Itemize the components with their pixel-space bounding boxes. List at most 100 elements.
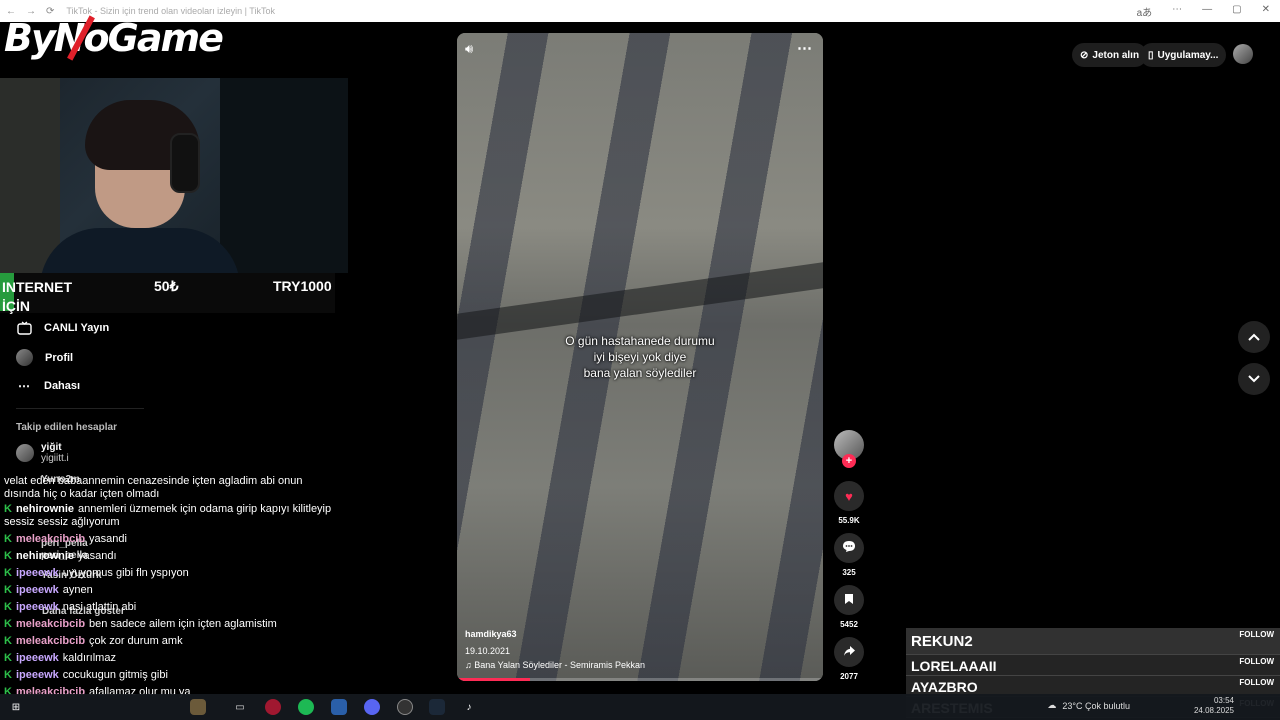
heart-icon: ♥	[845, 488, 853, 504]
chat-message: Kmeleakcibcib ben sadece ailem için içten…	[4, 616, 334, 633]
obs-icon[interactable]	[397, 699, 413, 715]
donation-total: TRY1000	[273, 278, 332, 294]
chat-username[interactable]: ipeeewk	[16, 567, 59, 579]
chat-message: Knehirownie annemleri üzmemek için odama …	[4, 503, 334, 529]
chat-text: uyuyomus gibi fln yspıyon	[62, 567, 189, 579]
previous-video-button[interactable]	[1238, 321, 1270, 353]
coin-icon: ⊘	[1080, 49, 1089, 61]
follow-tag: FOLLOW	[1239, 657, 1274, 666]
video-player[interactable]: 🔊︎ ⋯ O gün hastahanede durumu iyi bişeyi…	[457, 33, 823, 681]
video-music[interactable]: ♫ Bana Yalan Söylediler - Semiramis Pekk…	[465, 660, 645, 670]
comment-button[interactable]	[834, 533, 864, 563]
chat-username[interactable]: ipeeewk	[16, 601, 59, 613]
follow-tag: FOLLOW	[1239, 630, 1274, 639]
next-video-button[interactable]	[1238, 363, 1270, 395]
kick-badge-icon: K	[4, 584, 12, 596]
chat-text: cocukugun gitmiş gibi	[62, 669, 168, 681]
comment-count: 325	[842, 568, 856, 577]
taskbar: ⊞ ▭ ♪ ☁ 23°C Çok bulutlu 03:54 24.08.202…	[0, 694, 1280, 720]
chat-username[interactable]: meleakcibcib	[16, 635, 85, 647]
app-icon[interactable]	[331, 699, 347, 715]
sidebar-item-profile[interactable]: Profil	[16, 349, 73, 366]
video-author[interactable]: hamdikya63	[465, 629, 517, 639]
chat-text: çok zor durum amk	[89, 635, 183, 647]
get-coins-button[interactable]: ⊘ Jeton alın	[1072, 43, 1148, 67]
sidebar-item-live[interactable]: CANLI Yayın	[16, 320, 109, 336]
chat-username[interactable]: ipeeewk	[16, 652, 59, 664]
settings-icon[interactable]: ⋯	[1172, 4, 1182, 19]
save-count: 5452	[840, 620, 858, 629]
music-title: Bana Yalan Söylediler - Semiramis Pekkan	[474, 660, 646, 670]
chat-username[interactable]: nehirownie	[16, 503, 74, 515]
steam-icon[interactable]	[429, 699, 445, 715]
chat-username[interactable]: meleakcibcib	[16, 533, 85, 545]
chat-message: Kmeleakcibcib çok zor durum amk	[4, 633, 334, 650]
translate-icon[interactable]: aあ	[1137, 4, 1153, 19]
weather-widget[interactable]: ☁ 23°C Çok bulutlu	[1047, 700, 1130, 711]
share-button[interactable]	[834, 637, 864, 667]
followed-name: yiğit	[41, 442, 62, 453]
chat-message: Kipeeewk cocukugun gitmiş gibi	[4, 667, 334, 684]
opera-icon[interactable]	[265, 699, 281, 715]
chevron-up-icon	[1248, 330, 1260, 344]
sidebar-item-label: Profil	[45, 351, 74, 364]
deer-icon[interactable]	[190, 699, 206, 715]
chat-text: ben sadece ailem için içten aglamistim	[89, 618, 277, 630]
sidebar-divider	[16, 408, 144, 409]
chat-username[interactable]: nehirownie	[16, 550, 74, 562]
like-button[interactable]: ♥	[834, 481, 864, 511]
phone-icon: ▯	[1148, 49, 1154, 61]
get-app-button[interactable]: ▯ Uygulamay...	[1140, 43, 1227, 67]
windows-start-icon[interactable]: ⊞	[8, 699, 24, 715]
sidebar-item-label: Dahası	[44, 380, 81, 392]
chat-message: Knehirownie yasandı	[4, 548, 334, 565]
avatar	[16, 444, 34, 462]
chat-text: kaldırılmaz	[62, 652, 116, 664]
video-caption: O gün hastahanede durumu iyi bişeyi yok …	[457, 333, 823, 381]
discord-icon[interactable]	[364, 699, 380, 715]
sidebar-item-more[interactable]: ⋯ Dahası	[16, 378, 80, 394]
webcam-person-body	[40, 228, 240, 273]
share-icon	[843, 645, 856, 660]
back-icon[interactable]: ←	[6, 6, 16, 17]
chat-message: Kmeleakcibcib yasandi	[4, 531, 334, 548]
more-options-icon[interactable]: ⋯	[797, 39, 813, 57]
caption-line: bana yalan söylediler	[583, 366, 697, 380]
maximize-icon[interactable]: ▢	[1232, 4, 1241, 19]
headset-icon	[170, 133, 200, 193]
close-icon[interactable]: ✕	[1262, 4, 1270, 19]
volume-icon[interactable]: 🔊︎	[465, 41, 473, 57]
chat-username[interactable]: meleakcibcib	[16, 618, 85, 630]
donation-bar: INTERNET İÇİN 50₺ TRY1000	[0, 273, 335, 316]
clock[interactable]: 03:54 24.08.2025	[1194, 696, 1234, 716]
spotify-icon[interactable]	[298, 699, 314, 715]
chat-text: velat eden babaannemin cenazesinde içten…	[4, 475, 303, 500]
followed-account[interactable]: yiğit yigiitt.i	[16, 442, 69, 464]
task-view-icon[interactable]: ▭	[232, 699, 248, 715]
clock-time: 03:54	[1213, 696, 1234, 705]
follow-tag: FOLLOW	[1239, 678, 1274, 687]
video-progress-bar[interactable]	[457, 678, 823, 681]
webcam-feed	[0, 78, 348, 273]
avatar[interactable]	[1233, 44, 1253, 64]
video-date: 19.10.2021	[465, 646, 511, 656]
cloud-icon: ☁	[1047, 700, 1057, 710]
refresh-icon[interactable]: ⟳	[46, 6, 54, 17]
donation-text: INTERNET İÇİN	[2, 278, 72, 316]
forward-icon[interactable]: →	[26, 6, 36, 17]
donation-text-line1: INTERNET	[2, 279, 72, 295]
followed-accounts-title: Takip edilen hesaplar	[16, 422, 117, 433]
follower-name: AYAZBRO	[911, 679, 978, 695]
chat-text: yasandı	[78, 550, 117, 562]
save-button[interactable]	[834, 585, 864, 615]
tiktok-icon[interactable]: ♪	[461, 699, 477, 715]
webcam-wall	[220, 78, 348, 273]
chat-username[interactable]: ipeeewk	[16, 669, 59, 681]
follow-plus-icon[interactable]: +	[842, 454, 856, 468]
minimize-icon[interactable]: —	[1202, 4, 1212, 19]
weather-text: 23°C Çok bulutlu	[1062, 700, 1130, 711]
chat-username[interactable]: ipeeewk	[16, 584, 59, 596]
follower-name: REKUN2	[911, 633, 973, 650]
page-title: TikTok - Sizin için trend olan videoları…	[66, 6, 275, 16]
sidebar-item-label: CANLI Yayın	[44, 322, 110, 334]
